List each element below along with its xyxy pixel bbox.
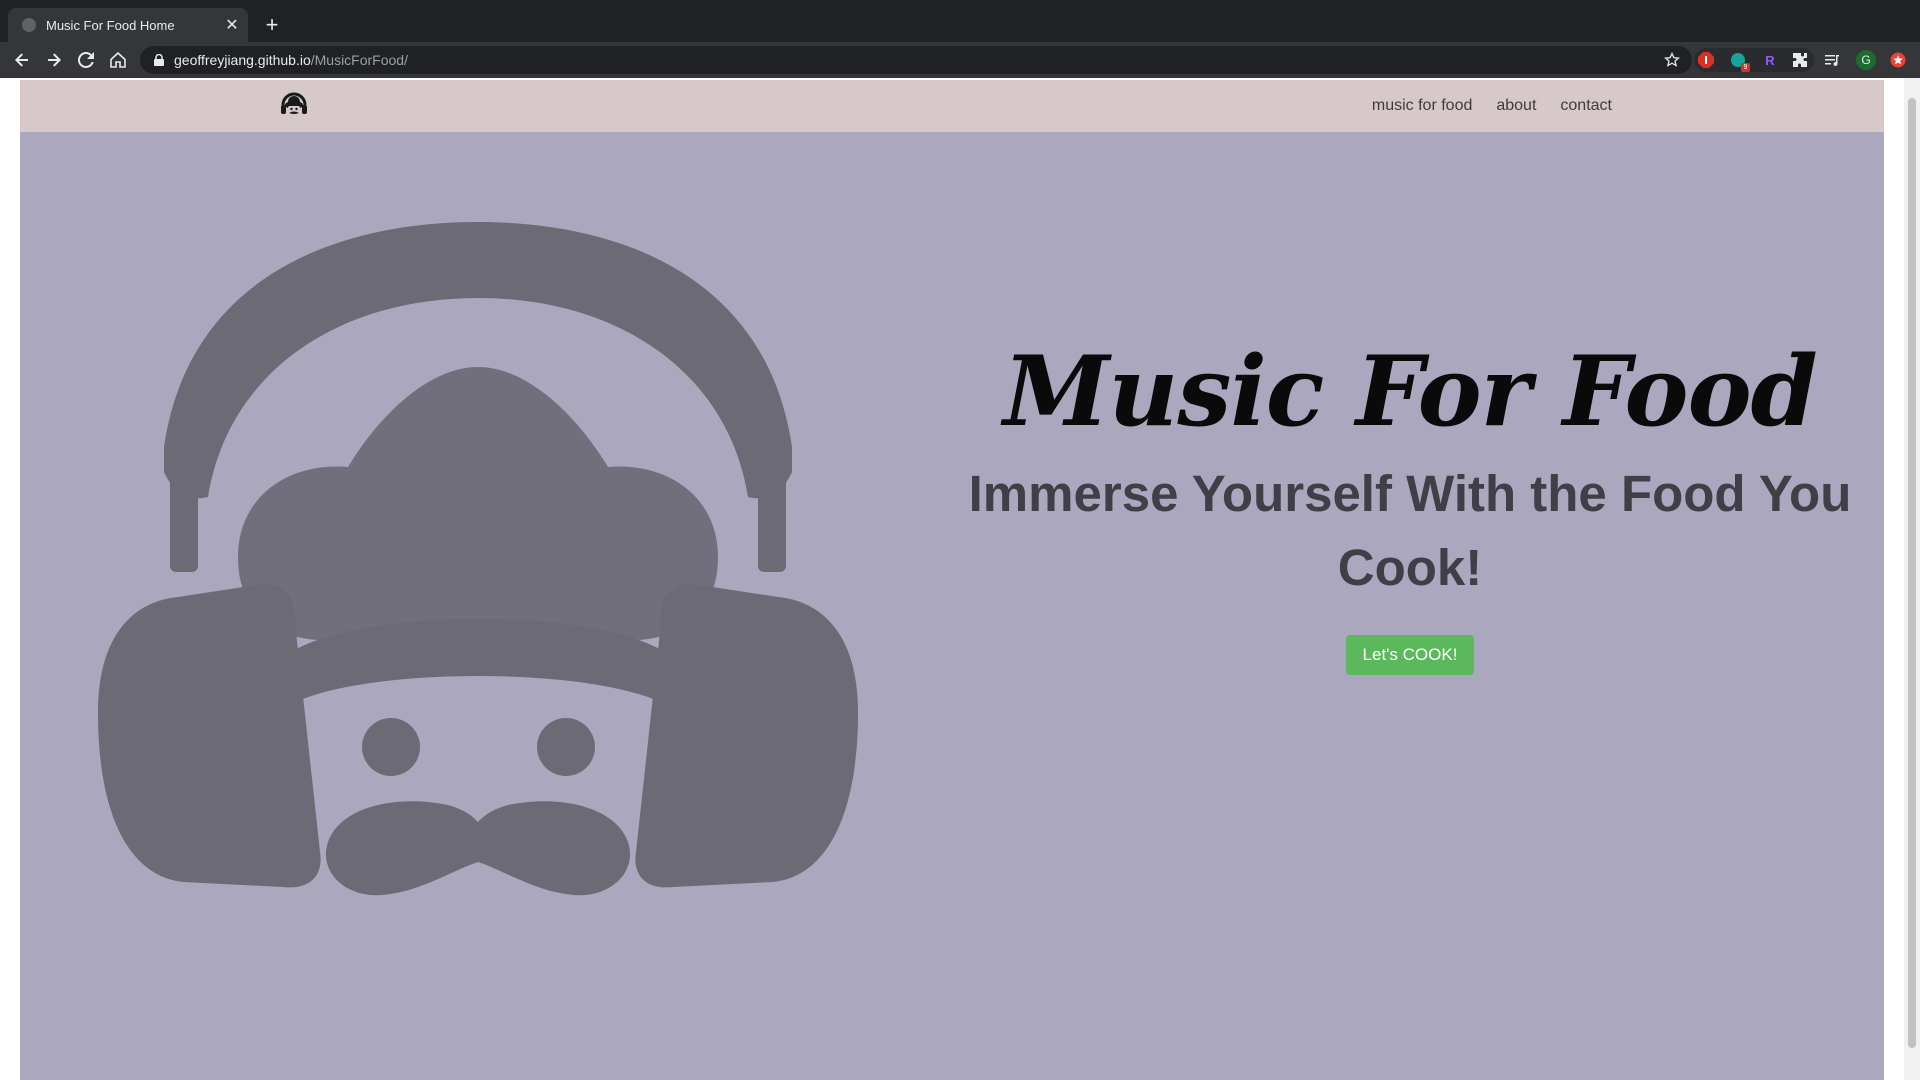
hero-subtitle: Immerse Yourself With the Food You Cook!	[950, 457, 1870, 605]
page-scrollbar[interactable]	[1904, 78, 1920, 1080]
puzzle-extensions-icon[interactable]	[1790, 50, 1810, 70]
site-nav-links: music for food about contact	[1372, 80, 1612, 132]
forward-icon[interactable]	[40, 46, 68, 74]
browser-toolbar: geoffreyjiang.github.io/MusicForFood/	[0, 42, 1920, 78]
r-extension-icon[interactable]: R	[1760, 50, 1780, 70]
lets-cook-button[interactable]: Let's COOK!	[1346, 635, 1475, 675]
url-host: geoffreyjiang.github.io	[174, 52, 311, 68]
browser-tab[interactable]: Music For Food Home ✕	[8, 8, 248, 42]
reload-icon[interactable]	[72, 46, 100, 74]
profile-avatar[interactable]: G	[1856, 50, 1876, 70]
media-queue-icon[interactable]	[1822, 50, 1842, 70]
nav-link-about[interactable]: about	[1496, 97, 1536, 115]
grammar-extension-icon[interactable]: 9	[1728, 50, 1748, 70]
lock-icon	[154, 54, 164, 66]
browser-tabstrip: Music For Food Home ✕ +	[0, 0, 1920, 42]
adblock-extension-icon[interactable]	[1696, 50, 1716, 70]
back-icon[interactable]	[8, 46, 36, 74]
chef-logo-icon[interactable]	[281, 92, 307, 121]
chef-headphones-illustration	[78, 222, 878, 917]
bookmark-star-icon[interactable]	[1664, 52, 1680, 73]
nav-link-music-for-food[interactable]: music for food	[1372, 97, 1472, 115]
site-navbar: music for food about contact	[20, 80, 1884, 132]
hero-text-block: Music For Food Immerse Yourself With the…	[950, 337, 1870, 675]
extension-badge: 9	[1741, 63, 1750, 72]
extension-red-icon[interactable]	[1888, 50, 1908, 70]
url-path: /MusicForFood/	[311, 52, 408, 68]
scrollbar-thumb[interactable]	[1908, 98, 1916, 1048]
new-tab-button[interactable]: +	[258, 12, 286, 38]
home-icon[interactable]	[104, 46, 132, 74]
nav-link-contact[interactable]: contact	[1560, 97, 1612, 115]
tab-title: Music For Food Home	[46, 18, 220, 33]
close-tab-icon[interactable]: ✕	[220, 13, 244, 37]
favicon-icon	[22, 18, 36, 32]
hero-section: Music For Food Immerse Yourself With the…	[20, 132, 1884, 1080]
address-bar[interactable]: geoffreyjiang.github.io/MusicForFood/	[140, 46, 1692, 74]
hero-title: Music For Food	[950, 337, 1870, 447]
page-viewport: music for food about contact	[0, 78, 1920, 1080]
